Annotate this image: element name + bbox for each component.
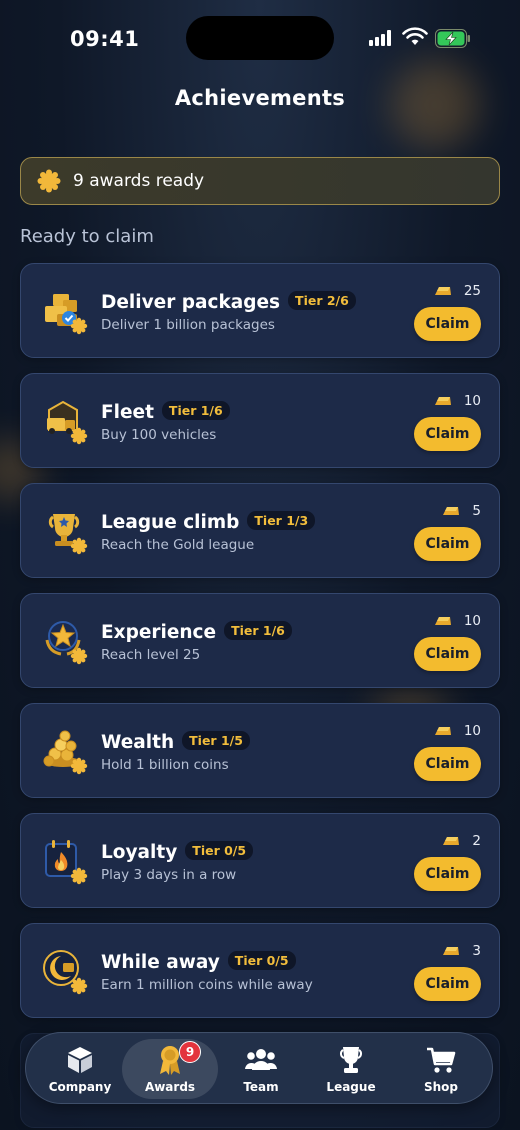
reward: 5	[442, 503, 481, 519]
truck-icon	[47, 400, 88, 445]
achievement-subtitle: Buy 100 vehicles	[101, 427, 217, 443]
gold-bar-icon	[443, 837, 460, 845]
claim-button[interactable]: Claim	[414, 637, 481, 671]
bottom-nav: Company Awards 9 Team League Shop	[25, 1032, 493, 1104]
achievement-title: Loyalty Tier 0/5	[101, 841, 254, 863]
reward: 25	[434, 283, 481, 299]
achievement-card: Fleet Tier 1/6 Buy 100 vehicles 10 Claim	[20, 373, 500, 468]
cellular-signal-icon	[369, 30, 395, 46]
tier-badge: Tier 1/6	[224, 621, 292, 640]
section-title: Ready to claim	[20, 226, 154, 247]
nav-label: Shop	[423, 1080, 459, 1094]
gear-badge-icon	[37, 169, 61, 193]
reward-amount: 10	[463, 393, 481, 409]
nav-item-team[interactable]: Team	[213, 1039, 309, 1099]
gold-bar-icon	[443, 947, 460, 955]
claim-button[interactable]: Claim	[414, 857, 481, 891]
achievement-subtitle: Hold 1 billion coins	[101, 757, 229, 773]
reward-amount: 25	[463, 283, 481, 299]
reward: 3	[442, 943, 481, 959]
gold-bar-icon	[443, 507, 460, 515]
reward-amount: 5	[472, 503, 481, 519]
reward-amount: 2	[472, 833, 481, 849]
nav-item-company[interactable]: Company	[32, 1039, 128, 1099]
packages-icon	[45, 294, 88, 335]
page-title: Achievements	[174, 86, 346, 110]
tier-badge: Tier 2/6	[288, 291, 356, 310]
achievement-card: Deliver packages Tier 2/6 Deliver 1 billi…	[20, 263, 500, 358]
achievement-title: League climb Tier 1/3	[101, 511, 316, 533]
box-icon	[68, 1047, 92, 1073]
reward-amount: 10	[463, 613, 481, 629]
team-icon	[245, 1049, 277, 1070]
achievement-card: While away Tier 0/5 Earn 1 million coins …	[20, 923, 500, 1018]
nav-label: Awards	[144, 1080, 196, 1094]
gold-bar-icon	[434, 727, 451, 735]
claim-button[interactable]: Claim	[414, 967, 481, 1001]
trophy-icon	[340, 1047, 362, 1073]
reward: 10	[434, 723, 481, 739]
reward: 10	[434, 613, 481, 629]
status-bar: 09:41	[0, 0, 520, 70]
claim-button[interactable]: Claim	[414, 747, 481, 781]
gold-bar-icon	[434, 397, 451, 405]
reward: 10	[434, 393, 481, 409]
achievement-title: While away Tier 0/5	[101, 951, 296, 973]
nav-label: Company	[48, 1080, 112, 1094]
achievement-card: Experience Tier 1/6 Reach level 25 10 Cla…	[20, 593, 500, 688]
awards-ready-banner[interactable]: 9 awards ready	[20, 157, 500, 205]
achievement-card: Loyalty Tier 0/5 Play 3 days in a row 2 C…	[20, 813, 500, 908]
tier-badge: Tier 1/6	[161, 401, 230, 420]
reward: 2	[442, 833, 481, 849]
reward-amount: 10	[463, 723, 481, 739]
achievement-card: League climb Tier 1/3 Reach the Gold leag…	[20, 483, 500, 578]
notification-badge: 9	[179, 1041, 201, 1063]
achievement-title: Experience Tier 1/6	[101, 621, 292, 643]
calendar-flame-icon	[45, 840, 88, 885]
trophy-icon	[48, 514, 88, 555]
moon-coin-icon	[43, 950, 88, 995]
claim-button[interactable]: Claim	[414, 417, 481, 451]
nav-label: League	[326, 1080, 376, 1094]
awards-ready-text: 9 awards ready	[73, 171, 205, 191]
wifi-icon	[402, 27, 428, 45]
nav-item-league[interactable]: League	[303, 1039, 399, 1099]
tier-badge: Tier 0/5	[227, 951, 296, 970]
tier-badge: Tier 1/3	[247, 511, 316, 530]
nav-item-shop[interactable]: Shop	[393, 1039, 489, 1099]
tier-badge: Tier 0/5	[185, 841, 254, 860]
nav-item-awards[interactable]: Awards 9	[122, 1039, 218, 1099]
coins-icon	[43, 730, 88, 775]
tier-badge: Tier 1/5	[182, 731, 250, 750]
gold-bar-icon	[434, 617, 451, 625]
dynamic-island	[186, 16, 334, 60]
achievement-title: Wealth Tier 1/5	[101, 731, 250, 753]
achievement-subtitle: Deliver 1 billion packages	[101, 317, 275, 333]
achievement-title: Deliver packages Tier 2/6	[101, 291, 356, 313]
star-icon	[45, 621, 88, 665]
achievement-subtitle: Reach level 25	[101, 647, 201, 663]
status-time: 09:41	[70, 27, 140, 51]
cart-icon	[427, 1047, 456, 1073]
reward-amount: 3	[472, 943, 481, 959]
gold-bar-icon	[434, 287, 451, 295]
achievement-subtitle: Play 3 days in a row	[101, 867, 237, 883]
achievement-subtitle: Reach the Gold league	[101, 537, 255, 553]
battery-charging-icon	[435, 29, 470, 48]
nav-label: Team	[243, 1080, 279, 1094]
achievement-subtitle: Earn 1 million coins while away	[101, 977, 313, 993]
achievement-title: Fleet Tier 1/6	[101, 401, 230, 423]
achievement-card: Wealth Tier 1/5 Hold 1 billion coins 10 C…	[20, 703, 500, 798]
claim-button[interactable]: Claim	[414, 527, 481, 561]
claim-button[interactable]: Claim	[414, 307, 481, 341]
